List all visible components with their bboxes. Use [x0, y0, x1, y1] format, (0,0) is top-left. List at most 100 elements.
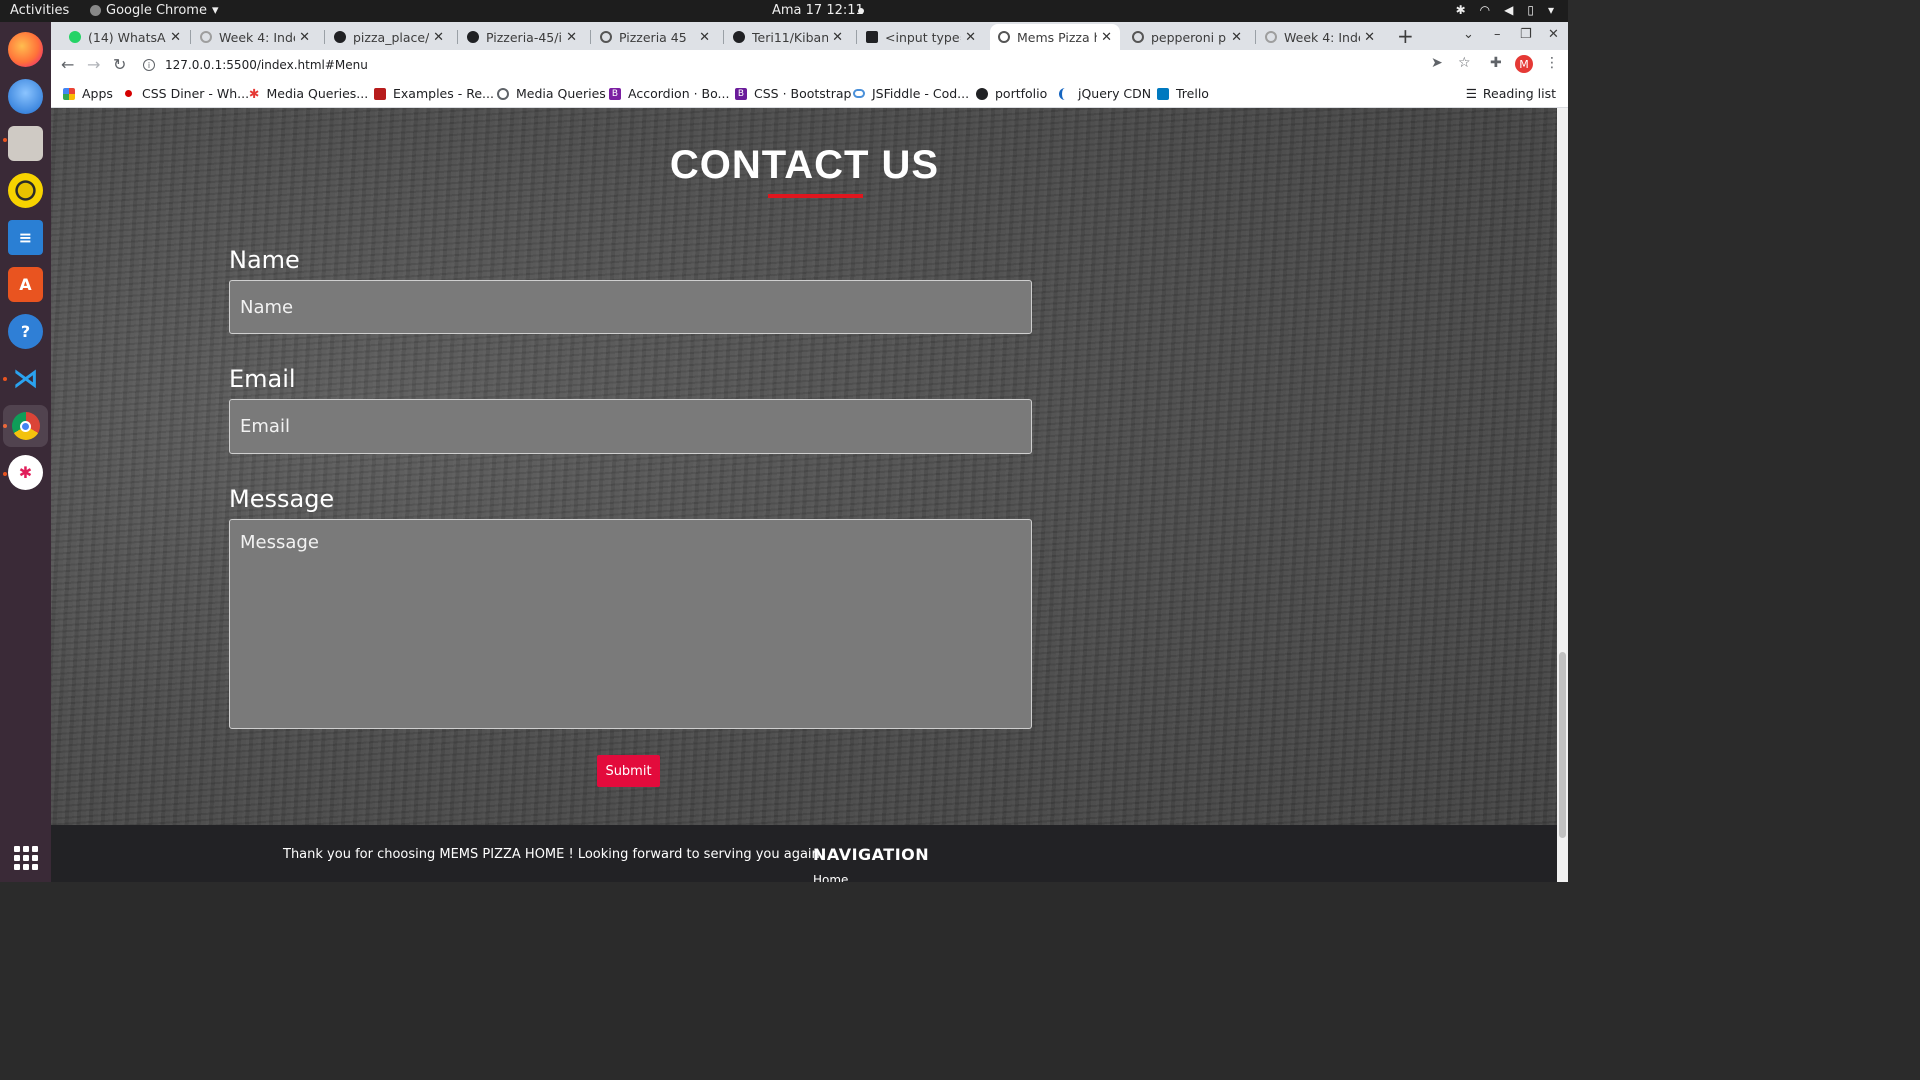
tab-teri11[interactable]: Teri11/Kiband ✕: [725, 24, 851, 50]
system-tray[interactable]: ✱ ◠ ◀ ▯ ▾: [1456, 3, 1554, 17]
tab-strip: (14) WhatsApp ✕ Week 4: Indep ✕ pizza_pl…: [51, 22, 1568, 50]
moodle-favicon-icon: [1265, 31, 1277, 43]
forward-icon[interactable]: →: [87, 55, 100, 74]
send-icon[interactable]: ➤: [1431, 55, 1443, 71]
close-window-icon[interactable]: ✕: [1548, 27, 1559, 42]
name-input[interactable]: [229, 280, 1032, 334]
title-underline: [768, 194, 863, 198]
rhythmbox-icon[interactable]: [8, 173, 43, 208]
extensions-icon[interactable]: ✚: [1490, 55, 1502, 71]
close-tab-icon[interactable]: ✕: [699, 30, 710, 45]
bookmark-css-bootstrap[interactable]: B CSS · Bootstrap: [735, 86, 851, 101]
bookmark-jquery-cdn[interactable]: jQuery CDN: [1059, 86, 1151, 101]
close-tab-icon[interactable]: ✕: [433, 30, 444, 45]
tab-separator: [1255, 30, 1256, 44]
minimize-icon[interactable]: –: [1494, 27, 1501, 42]
tab-week4-b[interactable]: Week 4: Indep ✕: [1257, 24, 1383, 50]
bookmark-portfolio[interactable]: portfolio: [976, 86, 1047, 101]
wifi-icon: ◠: [1479, 3, 1491, 17]
chrome-menu-icon[interactable]: ⋮: [1545, 55, 1559, 71]
bookmark-media-queries-2[interactable]: Media Queries: [497, 86, 606, 101]
close-tab-icon[interactable]: ✕: [299, 30, 310, 45]
activities-button[interactable]: Activities: [10, 3, 69, 18]
github-favicon-icon: [334, 31, 346, 43]
chrome-logo: [11, 412, 40, 440]
reload-icon[interactable]: ↻: [113, 55, 126, 74]
help-icon[interactable]: ?: [8, 314, 43, 349]
message-textarea[interactable]: [229, 519, 1032, 729]
close-tab-icon[interactable]: ✕: [1101, 30, 1112, 45]
tab-search-icon[interactable]: ⌄: [1463, 27, 1474, 42]
email-input[interactable]: [229, 399, 1032, 454]
footer-thanks-text: Thank you for choosing MEMS PIZZA HOME !…: [283, 847, 824, 862]
chrome-window: (14) WhatsApp ✕ Week 4: Indep ✕ pizza_pl…: [51, 22, 1568, 882]
close-tab-icon[interactable]: ✕: [832, 30, 843, 45]
bookmark-jsfiddle[interactable]: JSFiddle - Cod...: [853, 86, 969, 101]
submit-button[interactable]: Submit: [597, 755, 660, 787]
tab-mems-pizza[interactable]: Mems Pizza ho ✕: [990, 24, 1120, 50]
bookmark-label: CSS Diner - Wh...: [142, 86, 250, 101]
chrome-icon[interactable]: [3, 405, 48, 447]
bookmark-label: Trello: [1176, 86, 1209, 101]
close-tab-icon[interactable]: ✕: [1231, 30, 1242, 45]
bookmark-css-diner[interactable]: CSS Diner - Wh...: [125, 86, 249, 101]
tab-separator: [190, 30, 191, 44]
page-footer: Thank you for choosing MEMS PIZZA HOME !…: [51, 825, 1557, 882]
slack-icon[interactable]: ✱: [8, 455, 43, 490]
tab-title: pizza_place/sc: [353, 29, 430, 45]
bookmark-examples[interactable]: Examples - Re...: [374, 86, 494, 101]
running-indicator: [3, 138, 7, 142]
bookmark-star-icon[interactable]: ☆: [1458, 55, 1471, 71]
show-applications-icon[interactable]: [14, 846, 38, 870]
address-bar[interactable]: i 127.0.0.1:5500/index.html#Menu: [143, 53, 1473, 77]
site-info-icon[interactable]: i: [143, 59, 155, 71]
reading-list-button[interactable]: ☰ Reading list: [1466, 86, 1556, 101]
files-icon[interactable]: [8, 126, 43, 161]
tab-title: Pizzeria-45/inc: [486, 29, 562, 45]
vscode-icon[interactable]: ⋊: [8, 361, 43, 396]
tab-separator: [457, 30, 458, 44]
clock[interactable]: Ama 17 12:11: [772, 3, 864, 18]
asterisk-icon: ✱: [249, 86, 260, 101]
back-icon[interactable]: ←: [61, 55, 74, 74]
bookmark-apps[interactable]: Apps: [63, 86, 113, 101]
bookmark-label: Apps: [82, 86, 113, 101]
tab-whatsapp[interactable]: (14) WhatsApp ✕: [61, 24, 189, 50]
tab-pizzeria-45-repo[interactable]: Pizzeria-45/inc ✕: [459, 24, 585, 50]
tab-separator: [856, 30, 857, 44]
writer-icon[interactable]: ≡: [8, 220, 43, 255]
volume-icon: ◀: [1504, 3, 1514, 17]
restore-icon[interactable]: ❐: [1520, 27, 1532, 42]
slack-tray-icon: ✱: [1455, 3, 1466, 17]
close-tab-icon[interactable]: ✕: [965, 30, 976, 45]
scrollbar-thumb[interactable]: [1559, 652, 1566, 838]
tab-pepperoni[interactable]: pepperoni piz ✕: [1124, 24, 1250, 50]
tab-pizza-place[interactable]: pizza_place/sc ✕: [326, 24, 452, 50]
bookmark-label: jQuery CDN: [1078, 86, 1152, 101]
jquery-icon: [1059, 87, 1071, 100]
bookmark-trello[interactable]: Trello: [1157, 86, 1209, 101]
thunderbird-icon[interactable]: [8, 79, 43, 114]
caret-down-icon: ▾: [211, 3, 219, 18]
running-indicator: [3, 472, 7, 476]
system-top-bar: Activities Google Chrome ▾ Ama 17 12:11 …: [0, 0, 1568, 22]
message-label: Message: [229, 485, 335, 513]
page-scrollbar[interactable]: [1557, 108, 1568, 882]
tab-week4-a[interactable]: Week 4: Indep ✕: [192, 24, 318, 50]
footer-nav-home-link[interactable]: Home: [813, 873, 848, 882]
app-menu[interactable]: Google Chrome ▾: [90, 3, 219, 18]
tab-separator: [590, 30, 591, 44]
firefox-icon[interactable]: [8, 32, 43, 67]
bookmark-media-queries-1[interactable]: ✱ Media Queries...: [249, 86, 368, 101]
bookmark-accordion[interactable]: B Accordion · Bo...: [609, 86, 729, 101]
close-tab-icon[interactable]: ✕: [170, 30, 181, 45]
tab-pizzeria-45[interactable]: Pizzeria 45 ✕: [592, 24, 718, 50]
reading-list-label: Reading list: [1482, 86, 1556, 101]
tab-input-type[interactable]: <input type="n ✕: [858, 24, 984, 50]
new-tab-icon[interactable]: +: [1397, 24, 1414, 48]
profile-avatar[interactable]: M: [1515, 55, 1533, 73]
close-tab-icon[interactable]: ✕: [566, 30, 577, 45]
close-tab-icon[interactable]: ✕: [1364, 30, 1375, 45]
software-center-icon[interactable]: A: [8, 267, 43, 302]
reading-list-icon: ☰: [1465, 86, 1477, 101]
